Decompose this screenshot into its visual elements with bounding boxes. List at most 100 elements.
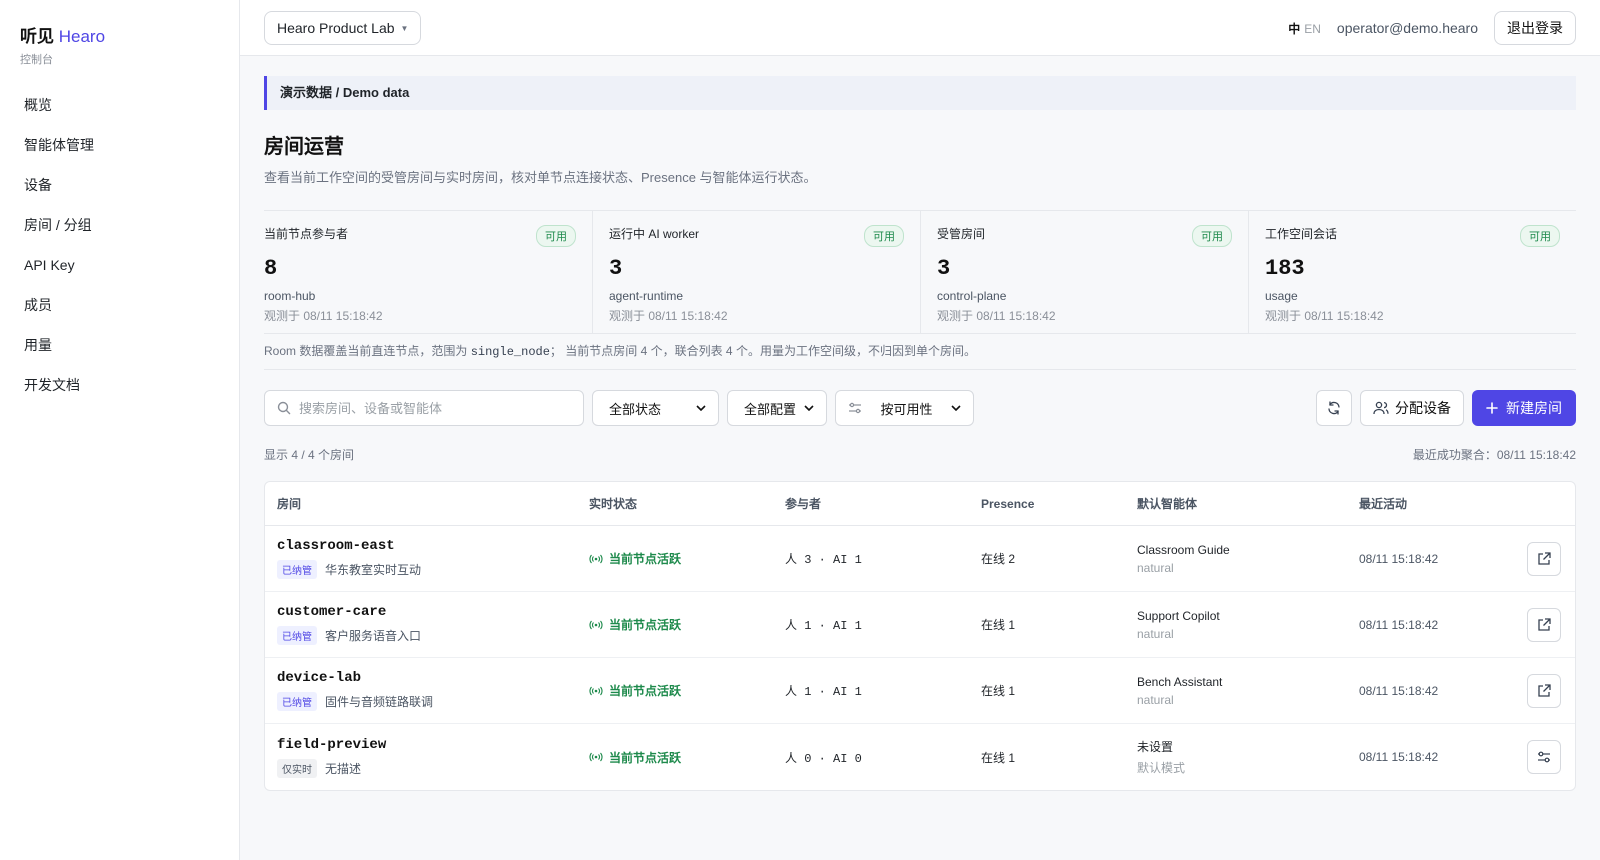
open-room-button[interactable] [1527,541,1561,576]
sort-select[interactable]: 按可用性 [835,390,974,426]
lang-zh[interactable]: 中 [1288,22,1300,36]
presence: 在线 1 [981,684,1016,698]
refresh-button[interactable] [1316,390,1352,426]
room-description: 固件与音频链路联调 [325,695,434,709]
room-cell: field-preview 仅实时 无描述 [265,737,577,778]
room-description: 华东教室实时互动 [325,563,422,577]
live-status-label: 当前节点活跃 [609,684,682,698]
live-status: 当前节点活跃 [577,749,773,766]
sidebar-item-overview[interactable]: 概览 [0,85,239,125]
presence: 在线 2 [981,552,1016,566]
stat-label: 当前节点参与者 [264,227,349,241]
last-activity: 08/11 15:18:42 [1359,683,1439,698]
chevron-down-icon [804,405,814,411]
chevron-down-icon [696,405,706,411]
brand: 听见 Hearo 控制台 [0,0,239,67]
last-activity: 08/11 15:18:42 [1359,551,1439,566]
language-switcher[interactable]: 中 EN [1288,20,1321,37]
plus-icon [1486,402,1498,414]
table-row[interactable]: customer-care 已纳管 客户服务语音入口 当前节点活跃 人 1 · … [265,592,1575,658]
sidebar-item-docs[interactable]: 开发文档 [0,365,239,405]
rooms-table: 房间 实时状态 参与者 Presence 默认智能体 最近活动 classroo… [264,481,1576,791]
room-name[interactable]: device-lab [277,670,577,686]
agent-mode: natural [1137,692,1174,707]
sidebar-item-usage[interactable]: 用量 [0,325,239,365]
room-cell: customer-care 已纳管 客户服务语音入口 [265,604,577,645]
agent-name: Bench Assistant [1137,674,1223,689]
broadcast-icon [589,752,603,762]
assign-device-button[interactable]: 分配设备 [1360,390,1464,426]
table-row[interactable]: field-preview 仅实时 无描述 当前节点活跃 人 0 · AI 0 … [265,724,1575,790]
note-prefix: Room 数据覆盖当前直连节点，范围为 [264,344,468,358]
room-name[interactable]: field-preview [277,737,577,753]
sidebar: 听见 Hearo 控制台 概览 智能体管理 设备 房间 / 分组 API Key… [0,0,240,860]
page-title: 房间运营 [264,136,344,158]
agent-mode: 默认模式 [1137,761,1186,775]
config-filter-select[interactable]: 全部配置 [727,390,827,426]
table-row[interactable]: classroom-east 已纳管 华东教室实时互动 当前节点活跃 人 3 ·… [265,526,1575,592]
column-header-activity: 最近活动 [1359,497,1408,511]
open-room-button[interactable] [1527,673,1561,708]
room-name[interactable]: classroom-east [277,538,577,554]
sidebar-item-members[interactable]: 成员 [0,285,239,325]
stat-card-participants: 当前节点参与者 可用 8 room-hub 观测于 08/11 15:18:42 [264,211,592,333]
table-row[interactable]: device-lab 已纳管 固件与音频链路联调 当前节点活跃 人 1 · AI… [265,658,1575,724]
search-box[interactable] [264,390,584,426]
stat-value: 3 [609,256,623,281]
managed-tag: 已纳管 [277,560,317,579]
new-room-button[interactable]: 新建房间 [1472,390,1576,426]
search-input[interactable] [299,400,571,416]
toolbar: 全部状态 全部配置 按可用性 分配设备 新建房间 [264,390,1576,426]
room-cell: classroom-east 已纳管 华东教室实时互动 [265,538,577,579]
room-description: 无描述 [325,761,362,776]
agent-cell: 未设置 默认模式 [1125,738,1347,776]
stat-card-managed-rooms: 受管房间 可用 3 control-plane 观测于 08/11 15:18:… [920,211,1248,333]
status-badge: 可用 [536,225,576,247]
room-description: 客户服务语音入口 [325,629,422,643]
configure-room-button[interactable] [1527,740,1561,774]
sidebar-item-agents[interactable]: 智能体管理 [0,125,239,165]
participants: 人 0 · AI 0 [785,751,862,766]
sidebar-item-api-key[interactable]: API Key [0,245,239,285]
search-icon [277,401,291,415]
stat-source: usage [1265,289,1298,303]
live-status-label: 当前节点活跃 [609,750,682,765]
stat-card-ai-workers: 运行中 AI worker 可用 3 agent-runtime 观测于 08/… [592,211,920,333]
sidebar-item-rooms[interactable]: 房间 / 分组 [0,205,239,245]
agent-mode: natural [1137,560,1174,575]
workspace-name: Hearo Product Lab [277,20,395,36]
room-subline: 已纳管 客户服务语音入口 [277,626,577,645]
stat-observed: 观测于 08/11 15:18:42 [609,309,728,323]
list-meta: 显示 4 / 4 个房间 最近成功聚合：08/11 15:18:42 [264,446,1576,463]
status-filter-select[interactable]: 全部状态 [592,390,719,426]
sidebar-item-devices[interactable]: 设备 [0,165,239,205]
realtime-only-tag: 仅实时 [277,758,317,778]
sort-value: 按可用性 [880,401,933,417]
room-subline: 已纳管 华东教室实时互动 [277,560,577,579]
agent-cell: Classroom Guide natural [1125,543,1347,575]
open-external-icon [1538,683,1551,697]
logout-button[interactable]: 退出登录 [1494,11,1576,45]
agent-cell: Support Copilot natural [1125,609,1347,641]
room-name[interactable]: customer-care [277,604,577,620]
column-header-presence: Presence [981,496,1035,511]
row-action-cell [1515,607,1575,642]
status-badge: 可用 [1520,225,1560,247]
open-room-button[interactable] [1527,607,1561,642]
chevron-down-icon [951,405,961,411]
stat-label: 运行中 AI worker [609,227,700,241]
lang-en[interactable]: EN [1304,22,1321,36]
table-header: 房间 实时状态 参与者 Presence 默认智能体 最近活动 [265,482,1575,526]
live-status: 当前节点活跃 [577,682,773,699]
sidebar-nav: 概览 智能体管理 设备 房间 / 分组 API Key 成员 用量 开发文档 [0,85,239,405]
workspace-selector[interactable]: Hearo Product Lab ▼ [264,11,422,45]
refresh-icon [1328,401,1340,415]
managed-tag: 已纳管 [277,626,317,645]
scope-note: Room 数据覆盖当前直连节点，范围为 single_node； 当前节点房间 … [264,342,1576,370]
stat-card-sessions: 工作空间会话 可用 183 usage 观测于 08/11 15:18:42 [1248,211,1576,333]
open-external-icon [1538,617,1551,631]
stat-observed: 观测于 08/11 15:18:42 [264,309,383,323]
column-header-participants: 参与者 [785,497,822,511]
new-room-label: 新建房间 [1506,400,1562,416]
brand-title: 听见 Hearo [20,22,219,47]
